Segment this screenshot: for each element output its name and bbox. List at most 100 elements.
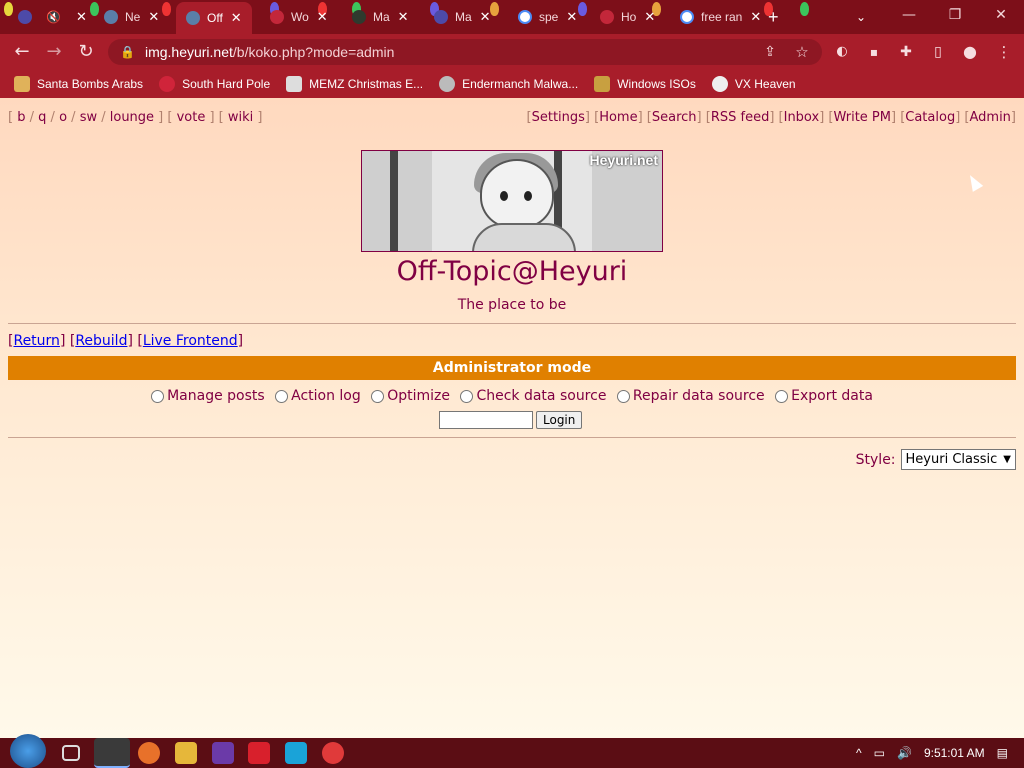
restore-icon[interactable]: ❐ bbox=[932, 0, 978, 30]
bookmark-item[interactable]: Endermanch Malwa... bbox=[439, 76, 578, 92]
close-tab-icon[interactable]: ✕ bbox=[76, 9, 87, 25]
write-pm-link[interactable]: Write PM bbox=[833, 110, 891, 125]
bookmark-favicon-icon bbox=[711, 76, 728, 92]
google-icon bbox=[680, 10, 694, 24]
board-link-q[interactable]: q bbox=[38, 110, 46, 125]
app-taskbar-icon[interactable] bbox=[322, 742, 344, 764]
tab-title: Ma bbox=[373, 10, 390, 24]
close-tab-icon[interactable]: ✕ bbox=[398, 9, 409, 25]
option-optimize[interactable]: Optimize bbox=[371, 388, 450, 404]
forward-icon[interactable]: → bbox=[44, 42, 64, 62]
tab-search-icon[interactable]: ⌄ bbox=[856, 4, 866, 30]
admin-link[interactable]: Admin bbox=[969, 110, 1010, 125]
bookmark-item[interactable]: VX Heaven bbox=[711, 76, 796, 92]
radio-button[interactable] bbox=[616, 389, 630, 403]
bookmark-item[interactable]: Santa Bombs Arabs bbox=[14, 76, 143, 92]
board-link-b[interactable]: b bbox=[17, 110, 25, 125]
search-link[interactable]: Search bbox=[652, 110, 697, 125]
chevron-down-icon: ▼ bbox=[1003, 454, 1011, 465]
tab[interactable]: 🔇 ✕ bbox=[46, 4, 87, 30]
home-link[interactable]: Home bbox=[599, 110, 637, 125]
close-tab-icon[interactable]: ✕ bbox=[317, 9, 328, 25]
style-select[interactable]: Heyuri Classic ▼ bbox=[900, 449, 1016, 470]
close-tab-icon[interactable]: ✕ bbox=[644, 9, 655, 25]
character-eye bbox=[524, 191, 532, 201]
close-tab-icon[interactable]: ✕ bbox=[480, 9, 491, 25]
firefox-taskbar-icon[interactable] bbox=[138, 742, 160, 764]
new-tab-button[interactable]: + bbox=[768, 4, 779, 30]
tab[interactable]: free ran ✕ bbox=[680, 4, 761, 30]
radio-button[interactable] bbox=[151, 389, 165, 403]
rebuild-link[interactable]: Rebuild bbox=[75, 333, 127, 349]
option-repair-data-source[interactable]: Repair data source bbox=[616, 388, 765, 404]
tab[interactable]: Ne ✕ bbox=[104, 4, 159, 30]
back-icon[interactable]: ← bbox=[12, 42, 32, 62]
extension-icon[interactable]: ▪ bbox=[864, 42, 884, 62]
close-tab-icon[interactable]: ✕ bbox=[148, 9, 159, 25]
site-icon bbox=[434, 10, 448, 24]
volume-icon[interactable]: 🔊 bbox=[897, 746, 912, 760]
bookmark-star-icon[interactable]: ☆ bbox=[792, 42, 812, 62]
task-view-icon[interactable] bbox=[62, 745, 80, 761]
address-bar[interactable]: 🔒 img.heyuri.net /b/koko.php?mode=admin bbox=[108, 39, 822, 65]
notifications-icon[interactable]: ▤ bbox=[997, 746, 1008, 760]
radio-button[interactable] bbox=[775, 389, 789, 403]
live-frontend-link[interactable]: Live Frontend bbox=[143, 333, 238, 349]
close-window-icon[interactable]: ✕ bbox=[978, 0, 1024, 30]
board-banner-image[interactable]: Heyuri.net bbox=[361, 150, 663, 252]
close-tab-icon[interactable]: ✕ bbox=[566, 9, 577, 25]
radio-button[interactable] bbox=[460, 389, 474, 403]
tab[interactable]: spe ✕ bbox=[518, 4, 577, 30]
bookmark-item[interactable]: Windows ISOs bbox=[594, 76, 696, 92]
chrome-taskbar-icon[interactable] bbox=[94, 738, 130, 768]
option-action-log[interactable]: Action log bbox=[275, 388, 361, 404]
tab[interactable]: Ma ✕ bbox=[352, 4, 409, 30]
app-taskbar-icon[interactable] bbox=[212, 742, 234, 764]
password-field[interactable] bbox=[439, 411, 533, 429]
network-icon[interactable]: ▭ bbox=[874, 746, 885, 760]
option-check-data-source[interactable]: Check data source bbox=[460, 388, 606, 404]
bookmark-item[interactable]: South Hard Pole bbox=[159, 76, 270, 92]
file-explorer-icon[interactable] bbox=[175, 742, 197, 764]
menu-icon[interactable]: ⋮ bbox=[994, 42, 1014, 62]
light-bulb-decoration bbox=[800, 2, 809, 16]
close-tab-icon[interactable]: ✕ bbox=[231, 10, 242, 26]
minimize-icon[interactable]: — bbox=[886, 0, 932, 30]
login-button[interactable]: Login bbox=[536, 411, 583, 429]
radio-button[interactable] bbox=[371, 389, 385, 403]
close-tab-icon[interactable]: ✕ bbox=[750, 9, 761, 25]
site-icon bbox=[352, 10, 366, 24]
extension-flag-icon[interactable]: ◐ bbox=[832, 42, 852, 62]
tab[interactable]: Ma ✕ bbox=[434, 4, 491, 30]
extensions-puzzle-icon[interactable]: ✚ bbox=[896, 42, 916, 62]
option-export-data[interactable]: Export data bbox=[775, 388, 873, 404]
board-link-o[interactable]: o bbox=[59, 110, 67, 125]
tab[interactable]: Ho ✕ bbox=[600, 4, 655, 30]
option-manage-posts[interactable]: Manage posts bbox=[151, 388, 265, 404]
bookmark-favicon-icon bbox=[594, 76, 611, 92]
clock[interactable]: 9:51:01 AM bbox=[924, 746, 985, 760]
app-taskbar-icon[interactable] bbox=[285, 742, 307, 764]
share-icon[interactable]: ⇪ bbox=[760, 42, 780, 62]
reload-icon[interactable]: ↻ bbox=[76, 42, 96, 62]
inbox-link[interactable]: Inbox bbox=[784, 110, 820, 125]
catalog-link[interactable]: Catalog bbox=[905, 110, 955, 125]
bookmark-item[interactable]: MEMZ Christmas E... bbox=[286, 76, 423, 92]
settings-link[interactable]: Settings bbox=[532, 110, 585, 125]
site-icon bbox=[270, 10, 284, 24]
return-link[interactable]: Return bbox=[13, 333, 59, 349]
rss-link[interactable]: RSS feed bbox=[711, 110, 770, 125]
side-panel-icon[interactable]: ▯ bbox=[928, 42, 948, 62]
radio-button[interactable] bbox=[275, 389, 289, 403]
app-taskbar-icon[interactable] bbox=[248, 742, 270, 764]
start-button[interactable] bbox=[10, 734, 46, 768]
board-link-sw[interactable]: sw bbox=[80, 110, 97, 125]
board-link-vote[interactable]: vote bbox=[177, 110, 206, 125]
admin-options: Manage posts Action log Optimize Check d… bbox=[0, 388, 1024, 407]
board-link-lounge[interactable]: lounge bbox=[110, 110, 154, 125]
board-link-wiki[interactable]: wiki bbox=[228, 110, 253, 125]
chevron-up-icon[interactable]: ^ bbox=[856, 746, 862, 760]
tab-active[interactable]: Off ✕ bbox=[176, 2, 252, 34]
profile-icon[interactable]: ● bbox=[960, 42, 980, 62]
tab[interactable]: Wo ✕ bbox=[270, 4, 328, 30]
